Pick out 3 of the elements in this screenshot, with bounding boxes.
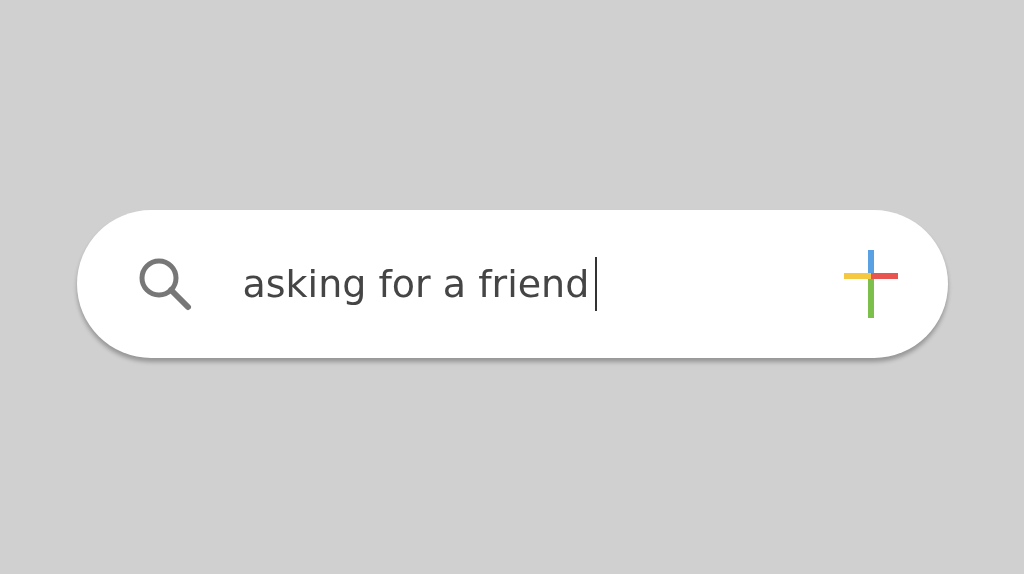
search-field[interactable]: asking for a friend — [242, 262, 590, 306]
plus-icon[interactable] — [843, 250, 898, 318]
search-bar[interactable]: asking for a friend — [76, 210, 948, 358]
